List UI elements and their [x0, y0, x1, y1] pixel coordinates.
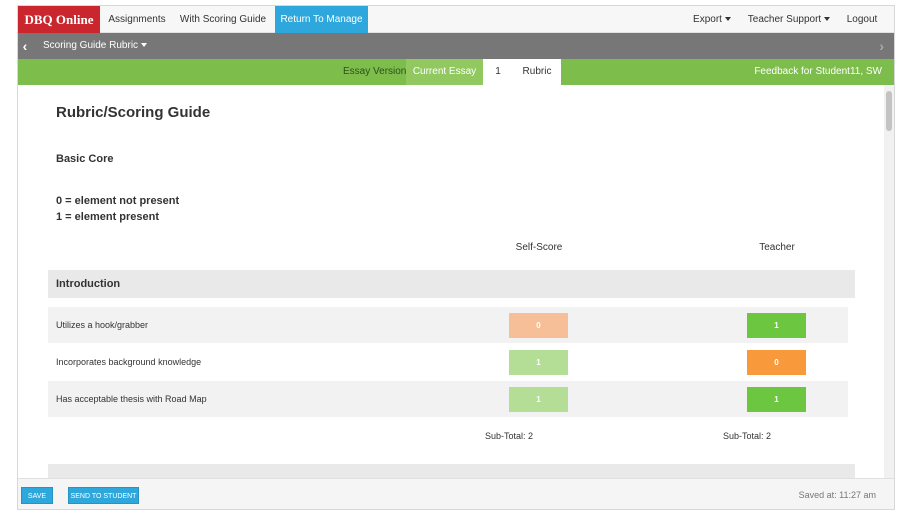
sub-nav-bar: ‹ Scoring Guide Rubric ›	[18, 33, 894, 59]
nav-export-label: Export	[693, 14, 722, 25]
nav-logout[interactable]: Logout	[840, 6, 884, 33]
subtotal-teacher: Sub-Total: 2	[722, 431, 772, 441]
rubric-row: Incorporates background knowledge 1 0	[48, 344, 848, 380]
section-header-next	[48, 464, 855, 478]
self-score-cell: 1	[509, 387, 568, 412]
legend-zero: 0 = element not present	[56, 195, 180, 207]
essay-version-label: Essay Version:	[343, 66, 410, 77]
scoring-guide-menu-label: Scoring Guide Rubric	[43, 40, 139, 51]
chevron-down-icon	[141, 43, 148, 48]
rubric-content: Rubric/Scoring Guide Basic Core 0 = elem…	[18, 85, 886, 478]
nav-teacher-support-label: Teacher Support	[747, 14, 822, 25]
nav-export[interactable]: Export	[688, 6, 736, 33]
saved-status: Saved at: 11:27 am	[798, 490, 876, 500]
send-to-student-button[interactable]: SEND TO STUDENT	[68, 487, 139, 504]
brand-logo[interactable]: DBQ Online	[18, 6, 100, 33]
rubric-row: Utilizes a hook/grabber 0 1	[48, 307, 848, 343]
current-essay-button[interactable]: Current Essay	[406, 59, 483, 85]
chevron-right-icon[interactable]: ›	[879, 33, 884, 59]
teacher-score-cell[interactable]: 1	[747, 387, 806, 412]
app-frame: DBQ Online Assignments With Scoring Guid…	[17, 5, 895, 510]
subtotal-self: Sub-Total: 2	[484, 431, 534, 441]
rubric-row: Has acceptable thesis with Road Map 1 1	[48, 381, 848, 417]
chevron-down-icon	[824, 17, 831, 22]
save-button[interactable]: SAVE	[21, 487, 53, 504]
section-header-introduction: Introduction	[48, 270, 855, 298]
nav-assignments[interactable]: Assignments	[102, 6, 172, 33]
column-teacher: Teacher	[759, 242, 795, 253]
chevron-down-icon	[724, 17, 731, 22]
nav-teacher-support[interactable]: Teacher Support	[746, 6, 832, 33]
criterion-label: Has acceptable thesis with Road Map	[56, 394, 207, 404]
tab-rubric[interactable]: Rubric	[513, 59, 561, 85]
teacher-score-cell[interactable]: 1	[747, 313, 806, 338]
criterion-label: Incorporates background knowledge	[56, 357, 202, 367]
feedback-student-label: Feedback for Student11, SW	[754, 66, 882, 77]
self-score-cell: 1	[509, 350, 568, 375]
top-nav: DBQ Online Assignments With Scoring Guid…	[18, 6, 894, 33]
scrollbar-thumb[interactable]	[886, 91, 892, 131]
teacher-score-cell[interactable]: 0	[747, 350, 806, 375]
rubric-subtitle: Basic Core	[56, 153, 114, 165]
column-self-score: Self-Score	[515, 242, 563, 253]
essay-version-number[interactable]: 1	[483, 59, 513, 85]
legend-one: 1 = element present	[56, 211, 160, 223]
chevron-left-icon[interactable]: ‹	[18, 33, 32, 59]
essay-version-bar: Essay Version: Current Essay 1 Rubric Fe…	[18, 59, 894, 85]
nav-with-scoring-guide[interactable]: With Scoring Guide	[176, 6, 270, 33]
nav-return-to-manage[interactable]: Return To Manage	[275, 6, 368, 33]
section-title: Introduction	[56, 278, 121, 290]
criterion-label: Utilizes a hook/grabber	[56, 320, 149, 330]
scoring-guide-menu[interactable]: Scoring Guide Rubric	[43, 33, 148, 59]
content-scrollbar[interactable]	[884, 85, 894, 478]
page-title: Rubric/Scoring Guide	[56, 104, 211, 121]
self-score-cell: 0	[509, 313, 568, 338]
footer-bar: SAVE SEND TO STUDENT Saved at: 11:27 am	[18, 478, 894, 509]
